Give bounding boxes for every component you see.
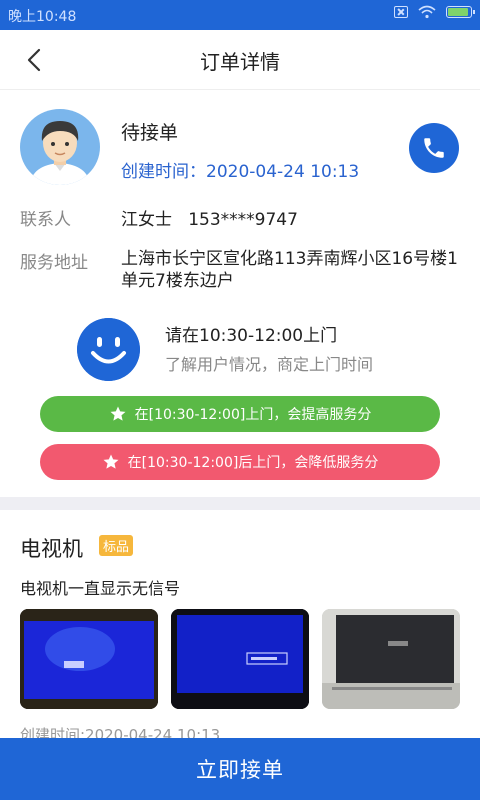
avatar [20, 109, 100, 185]
status-icons [394, 5, 475, 19]
fault-photo[interactable] [171, 609, 309, 709]
page-title: 订单详情 [200, 50, 280, 74]
contact-label: 联系人 [20, 210, 71, 230]
fault-description: 电视机一直显示无信号 [20, 579, 181, 598]
device-name: 电视机 [20, 537, 83, 561]
phone-icon [424, 138, 444, 158]
wifi-icon [418, 5, 436, 19]
star-icon [103, 454, 119, 469]
accept-order-button[interactable]: 立即接单 [0, 738, 480, 800]
star-icon [110, 406, 126, 421]
fault-photo[interactable] [322, 609, 460, 709]
nav-bar: 订单详情 [0, 30, 480, 90]
status-bar: 晚上10:48 [0, 0, 480, 30]
notice-late-text: 在[10:30-12:00]后上门，会降低服务分 [127, 455, 379, 471]
status-time: 晚上10:48 [8, 9, 77, 25]
address-value: 上海市长宁区宣化路113弄南辉小区16号楼1单元7楼东边户 [121, 249, 458, 291]
section-divider [0, 497, 480, 510]
sim-off-icon [394, 6, 408, 18]
fault-photo[interactable] [20, 609, 158, 709]
notice-late: 在[10:30-12:00]后上门，会降低服务分 [40, 444, 440, 480]
visit-hint: 了解用户情况，商定上门时间 [165, 355, 374, 374]
create-time: 创建时间：2020-04-24 10:13 [121, 162, 360, 182]
call-button[interactable] [409, 123, 459, 173]
order-status: 待接单 [121, 122, 179, 144]
visit-time: 请在10:30-12:00上门 [165, 326, 338, 346]
battery-icon [446, 6, 475, 18]
standard-badge: 标品 [99, 535, 134, 556]
contact-value: 江女士 153****9747 [121, 210, 298, 230]
notice-on-time: 在[10:30-12:00]上门，会提高服务分 [40, 396, 440, 432]
address-label: 服务地址 [20, 253, 88, 273]
smile-icon [77, 318, 140, 381]
notice-on-time-text: 在[10:30-12:00]上门，会提高服务分 [134, 407, 372, 423]
